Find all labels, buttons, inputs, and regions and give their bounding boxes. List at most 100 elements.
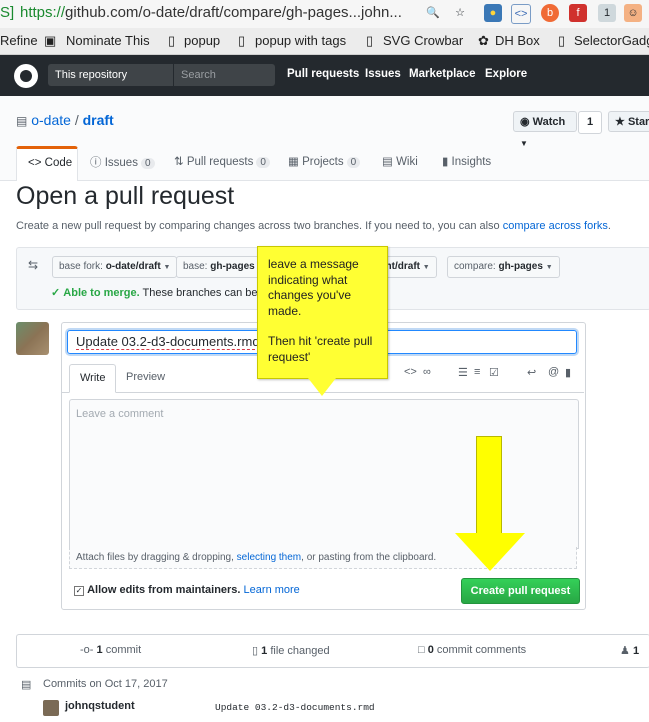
commit-history-icon: ▤ [21, 679, 32, 691]
bookmark-popup[interactable]: popup [184, 33, 220, 48]
create-pull-request-button[interactable]: Create pull request [461, 578, 580, 604]
tab-projects-label: Projects [302, 156, 344, 168]
link-icon[interactable]: ∞ [423, 366, 431, 378]
preview-tab[interactable]: Preview [116, 364, 175, 391]
bookmark-nominate-this[interactable]: Nominate This [66, 33, 150, 48]
bookmarks-bar: Refine ▣ Nominate This ▯ popup ▯ popup w… [0, 28, 649, 55]
projects-count: 0 [346, 157, 361, 168]
issues-count: 0 [140, 158, 155, 169]
annotation-text-2: Then hit 'create pull request' [268, 334, 373, 364]
annotation-callout-tail [308, 378, 336, 396]
task-list-icon[interactable]: ☑ [489, 366, 499, 379]
pull-requests-count: 0 [256, 157, 270, 168]
code-icon[interactable]: <> [404, 366, 417, 378]
project-icon: ▦ [288, 156, 299, 168]
repo-owner-link[interactable]: o-date [31, 112, 71, 128]
bookmark-icon[interactable]: ▮ [565, 366, 571, 379]
avatar[interactable] [16, 322, 49, 355]
commit-icon: -o- [80, 644, 94, 656]
base-value: gh-pages [210, 261, 255, 272]
compare-label: compare: [454, 261, 496, 272]
commits-label: commit [105, 644, 142, 656]
nav-issues[interactable]: Issues [365, 68, 401, 80]
scope-label: This repository [55, 69, 128, 81]
flipboard-icon[interactable]: f [569, 4, 587, 22]
reply-icon[interactable]: ↩ [527, 366, 536, 379]
b-extension-icon[interactable]: b [541, 4, 559, 22]
tab-issues[interactable]: ⓘ Issues 0 [90, 146, 155, 180]
page-description: Create a new pull request by comparing c… [16, 220, 611, 232]
face-extension-icon[interactable]: ☺ [624, 4, 642, 22]
tab-pull-requests[interactable]: ⇅ Pull requests 0 [174, 146, 270, 180]
bookmark-refine[interactable]: Refine [0, 33, 38, 48]
bookmark-dh-box[interactable]: DH Box [495, 33, 540, 48]
base-fork-select[interactable]: base fork: o-date/draft ▼ [52, 256, 178, 278]
compare-arrows-icon: ⇆ [28, 258, 39, 272]
annotation-text-1: leave a message indicating what changes … [268, 257, 359, 318]
page-title: Open a pull request [16, 182, 235, 210]
comment-textarea[interactable]: Leave a comment [69, 399, 579, 549]
tab-code-label: Code [44, 157, 73, 169]
compare-across-forks-link[interactable]: compare across forks [503, 220, 608, 232]
python-extension-icon[interactable]: ● [484, 4, 502, 22]
zoom-icon[interactable]: 🔍 [424, 4, 442, 22]
commit-author-avatar[interactable] [43, 700, 59, 716]
search-scope[interactable]: This repository Search [48, 64, 275, 86]
url-path: github.com/o-date/draft/compare/gh-pages… [65, 4, 402, 21]
bookmark-svg-crowbar[interactable]: SVG Crowbar [383, 33, 463, 48]
commits-count: 1 [96, 644, 103, 656]
bookmark-folder-icon: ▣ [44, 33, 57, 48]
compare-branch-select[interactable]: compare: gh-pages ▼ [447, 256, 560, 278]
allow-edits-label: Allow edits from maintainers. [87, 584, 241, 596]
nav-explore[interactable]: Explore [485, 68, 527, 80]
github-logo-icon[interactable] [14, 64, 38, 88]
comments-count: 0 [427, 644, 434, 656]
ordered-list-icon[interactable]: ≡ [474, 366, 480, 378]
selecting-them-link[interactable]: selecting them [237, 552, 301, 563]
repo-name-link[interactable]: draft [83, 112, 114, 128]
url-field[interactable]: https://github.com/o-date/draft/compare/… [20, 4, 402, 21]
write-tab[interactable]: Write [69, 364, 117, 393]
merge-status: ✓ Able to merge. These branches can be a [51, 286, 267, 299]
annotation-arrow-head [455, 533, 525, 571]
eye-icon: ◉ [520, 116, 530, 128]
tab-code[interactable]: <> Code [16, 146, 78, 181]
attach-text: Attach files by dragging & dropping, [76, 552, 237, 563]
code-extension-icon[interactable]: <> [511, 4, 531, 24]
allow-edits-checkbox[interactable]: ✓ [74, 586, 84, 596]
mention-icon[interactable]: @ [548, 366, 559, 378]
comments-stat[interactable]: □ 0 commit comments [418, 644, 526, 656]
files-label: file changed [270, 645, 330, 657]
files-stat[interactable]: ▯ 1 file changed [252, 644, 330, 657]
star-button[interactable]: ★ Star [608, 111, 649, 132]
commit-author[interactable]: johnqstudent [65, 700, 135, 712]
commits-stat[interactable]: -o- 1 commit [80, 644, 141, 656]
url-scheme: https:// [20, 4, 66, 21]
repo-title: ▤ o-date / draft [16, 112, 114, 128]
nav-pull-requests[interactable]: Pull requests [287, 68, 359, 80]
bookmark-selectorgadget[interactable]: SelectorGadg [574, 33, 649, 48]
nav-marketplace[interactable]: Marketplace [409, 68, 475, 80]
user-badge-icon[interactable]: 1 [598, 4, 616, 22]
contributors-stat[interactable]: ♟ 1 [620, 644, 639, 657]
caret-down-icon: ▼ [545, 264, 553, 271]
allow-edits-option: ✓ Allow edits from maintainers. Learn mo… [74, 584, 300, 596]
watch-button[interactable]: ◉ Watch ▼ [513, 111, 577, 148]
commit-message[interactable]: Update 03.2-d3-documents.rmd [215, 702, 375, 713]
watch-count[interactable]: 1 [578, 111, 602, 134]
tab-pull-requests-label: Pull requests [186, 156, 254, 168]
page-icon: ▯ [558, 33, 566, 48]
search-input[interactable]: Search [181, 69, 216, 81]
repo-icon: ▤ [16, 114, 28, 128]
unordered-list-icon[interactable]: ☰ [458, 366, 468, 379]
repo-separator: / [74, 112, 79, 128]
tab-wiki[interactable]: ▤ Wiki [382, 146, 418, 180]
browser-address-bar: S] https://github.com/o-date/draft/compa… [0, 0, 649, 29]
tab-projects[interactable]: ▦ Projects 0 [288, 146, 361, 180]
tab-insights[interactable]: ▮ Insights [442, 146, 491, 180]
star-bookmark-icon[interactable]: ☆ [451, 4, 469, 22]
title-value: Update 03.2-d3-documents.rmd [76, 334, 260, 350]
learn-more-link[interactable]: Learn more [244, 584, 300, 596]
page-icon: ▯ [238, 33, 246, 48]
bookmark-popup-with-tags[interactable]: popup with tags [255, 33, 346, 48]
